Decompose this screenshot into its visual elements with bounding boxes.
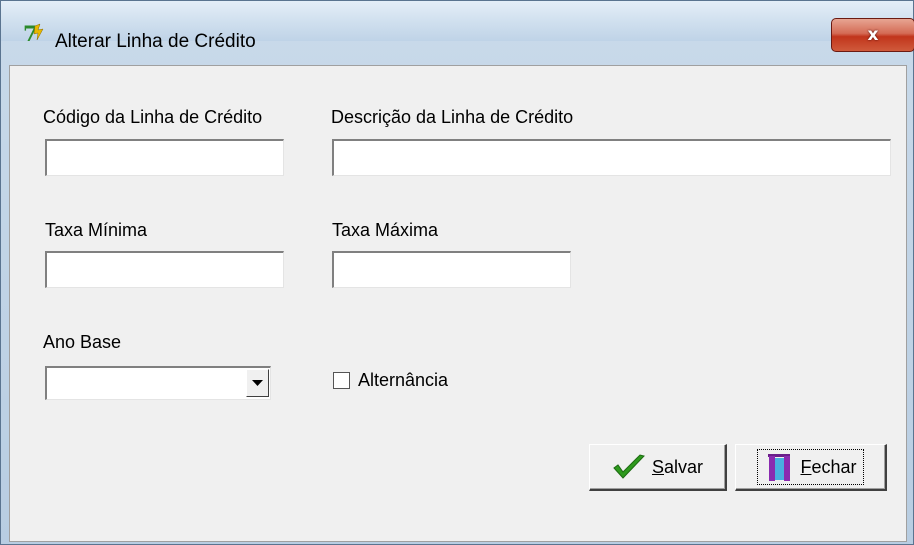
close-icon: x <box>867 25 879 45</box>
ano-base-label: Ano Base <box>43 332 122 352</box>
descricao-input[interactable] <box>332 139 891 176</box>
descricao-label: Descrição da Linha de Crédito <box>331 107 574 127</box>
codigo-input[interactable] <box>45 139 284 176</box>
taxa-minima-input[interactable] <box>45 251 284 288</box>
taxa-maxima-label: Taxa Máxima <box>332 220 439 240</box>
fechar-button[interactable]: Fechar <box>735 444 887 491</box>
title-bar[interactable]: 7 Alterar Linha de Crédito x <box>1 1 914 52</box>
salvar-button[interactable]: Salvar <box>589 444 727 491</box>
salvar-label: Salvar <box>651 456 704 477</box>
taxa-maxima-input[interactable] <box>332 251 571 288</box>
chevron-down-icon <box>252 379 263 386</box>
fechar-label: Fechar <box>800 456 857 477</box>
taxa-minima-label: Taxa Mínima <box>45 220 148 240</box>
dialog-window: 7 Alterar Linha de Crédito x Código da L… <box>0 0 914 545</box>
alternancia-checkbox[interactable] <box>333 372 350 389</box>
close-button[interactable]: x <box>831 18 914 52</box>
ano-base-select[interactable] <box>45 366 271 400</box>
app-logo-icon: 7 <box>23 22 44 44</box>
checkmark-icon <box>613 454 645 479</box>
alternancia-label: Alternância <box>358 370 449 390</box>
door-exit-icon <box>768 454 791 481</box>
window-title: Alterar Linha de Crédito <box>55 31 256 52</box>
codigo-label: Código da Linha de Crédito <box>43 107 263 127</box>
dropdown-button[interactable] <box>246 369 269 397</box>
